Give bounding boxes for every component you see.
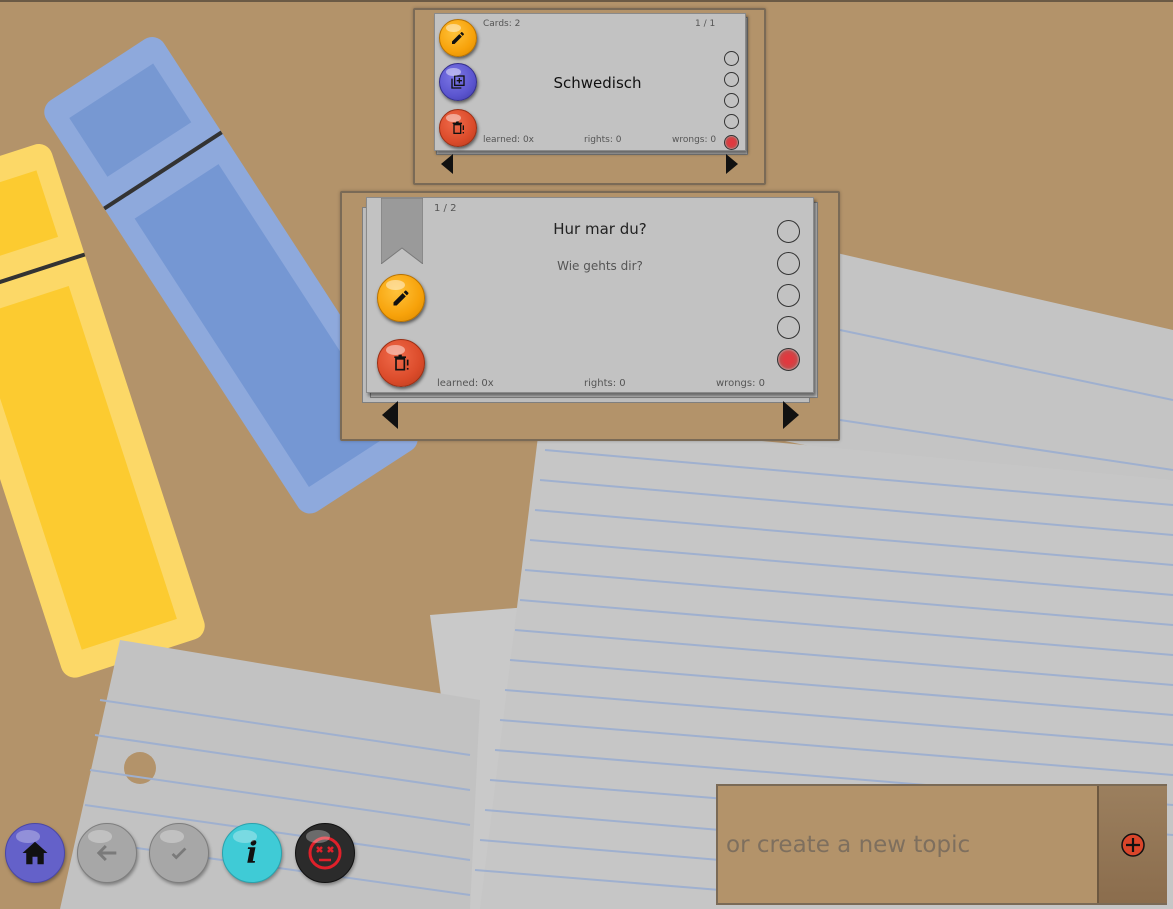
add-card-button[interactable]	[439, 63, 477, 101]
card-count: Cards: 2	[483, 19, 521, 29]
bookmark-icon[interactable]	[381, 198, 423, 264]
progress-dot-active	[724, 135, 739, 150]
next-topic-arrow[interactable]	[726, 154, 738, 174]
next-card-arrow[interactable]	[783, 401, 799, 429]
plus-icon	[1121, 832, 1145, 857]
learned-count: learned: 0x	[437, 378, 494, 389]
topic-panel: Cards: 2 1 / 1 Schwedisch learned: 0x ri…	[413, 8, 766, 185]
info-button[interactable]: i	[222, 823, 282, 883]
pencil-icon	[393, 290, 409, 306]
trash-icon	[452, 121, 464, 134]
progress-dot	[724, 72, 739, 87]
check-icon	[171, 847, 187, 860]
info-icon: i	[246, 835, 258, 871]
rights-count: rights: 0	[584, 378, 626, 389]
check-button[interactable]	[149, 823, 209, 883]
home-button[interactable]	[5, 823, 65, 883]
progress-dot	[777, 220, 800, 243]
prev-card-arrow[interactable]	[382, 401, 398, 429]
back-button[interactable]	[77, 823, 137, 883]
progress-dot-active	[777, 348, 800, 371]
flashcard-panel: 1 / 2 Hur mar du? Wie gehts dir? learned…	[340, 191, 840, 441]
edit-card-button[interactable]	[377, 274, 425, 322]
progress-dot	[724, 93, 739, 108]
progress-dot	[777, 316, 800, 339]
pencil-icon	[452, 32, 464, 44]
wrongs-count: wrongs: 0	[672, 135, 717, 145]
progress-dot	[724, 51, 739, 66]
topic-card[interactable]: Cards: 2 1 / 1 Schwedisch learned: 0x ri…	[434, 13, 746, 151]
flashcard[interactable]: 1 / 2 Hur mar du? Wie gehts dir? learned…	[366, 197, 814, 393]
dead-face-icon	[308, 836, 342, 870]
home-icon	[22, 841, 48, 865]
rights-count: rights: 0	[584, 135, 622, 145]
new-topic-form	[716, 784, 1167, 905]
progress-dot	[724, 114, 739, 129]
add-topic-button[interactable]	[1097, 786, 1167, 903]
new-topic-input[interactable]	[718, 786, 1094, 903]
flashcard-pagination: 1 / 2	[434, 203, 457, 214]
progress-dot	[777, 252, 800, 275]
topic-pagination: 1 / 1	[695, 19, 716, 29]
copy-plus-icon	[451, 75, 465, 89]
delete-topic-button[interactable]	[439, 109, 477, 147]
edit-topic-button[interactable]	[439, 19, 477, 57]
reset-button[interactable]	[295, 823, 355, 883]
learned-count: learned: 0x	[483, 135, 534, 145]
wrongs-count: wrongs: 0	[716, 378, 765, 389]
prev-topic-arrow[interactable]	[441, 154, 453, 174]
topic-title: Schwedisch	[553, 74, 642, 92]
delete-card-button[interactable]	[377, 339, 425, 387]
flashcard-answer: Wie gehts dir?	[557, 259, 643, 273]
trash-icon	[394, 354, 409, 371]
progress-dot	[777, 284, 800, 307]
flashcard-question: Hur mar du?	[553, 220, 647, 238]
back-arrow-icon	[96, 844, 117, 862]
